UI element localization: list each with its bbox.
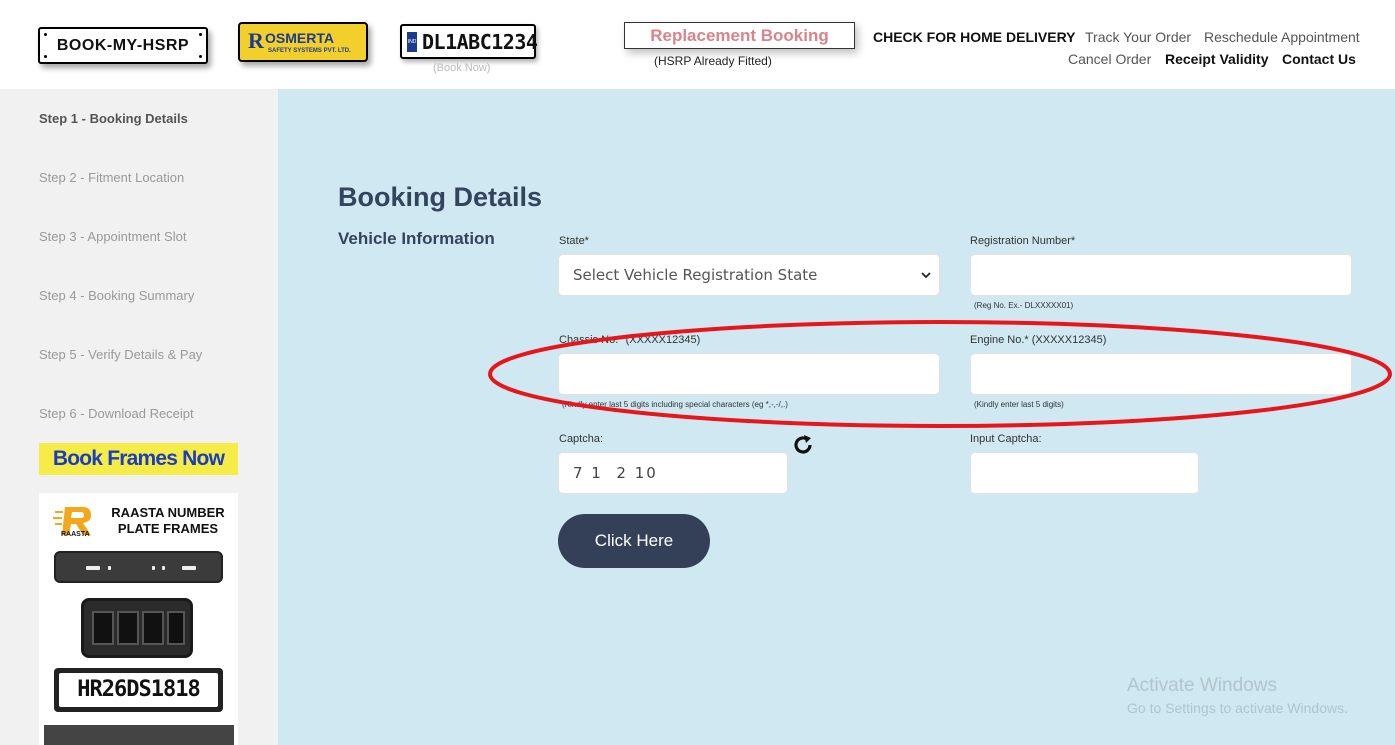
plate-country-code: IND: [407, 32, 417, 52]
state-select-value: Select Vehicle Registration State: [573, 266, 818, 284]
engine-label: Engine No.* (XXXXX12345): [970, 334, 1107, 346]
raasta-frames-ad[interactable]: RAASTA RAASTA NUMBER PLATE FRAMES HR26DS…: [39, 493, 238, 745]
frame-image-bracket: [81, 598, 193, 658]
nav-contact-us[interactable]: Contact Us: [1282, 51, 1356, 67]
main-content: Booking Details Vehicle Information Stat…: [278, 89, 1395, 745]
captcha-label: Captcha:: [559, 433, 604, 445]
step-download-receipt[interactable]: Step 6 - Download Receipt: [39, 406, 194, 421]
hsrp-plate-logo[interactable]: IND DL1ABC1234: [400, 24, 538, 59]
frame-plate-number: HR26DS1818: [59, 673, 218, 707]
rosmerta-subtitle: SAFETY SYSTEMS PVT. LTD.: [268, 48, 351, 54]
activate-windows-subtitle: Go to Settings to activate Windows.: [1127, 700, 1348, 716]
plate-number: DL1ABC1234: [422, 30, 538, 54]
nav-reschedule[interactable]: Reschedule Appointment: [1204, 29, 1360, 45]
input-captcha-field[interactable]: [970, 452, 1199, 494]
engine-hint: (Kindly enter last 5 digits): [974, 400, 1064, 409]
captcha-text: 7 1 2 10: [573, 464, 658, 482]
registration-label: Registration Number*: [970, 235, 1076, 247]
registration-input[interactable]: [970, 254, 1352, 296]
frame-image-slim: [54, 551, 223, 583]
nav-home-delivery[interactable]: CHECK FOR HOME DELIVERY: [873, 29, 1076, 45]
frame-image-plate: HR26DS1818: [54, 668, 223, 712]
step-booking-details[interactable]: Step 1 - Booking Details: [39, 111, 188, 126]
engine-input[interactable]: [970, 353, 1352, 395]
rosmerta-name: OSMERTA: [265, 30, 334, 46]
chevron-down-icon: [921, 271, 931, 278]
nav-cancel-order[interactable]: Cancel Order: [1068, 51, 1151, 67]
registration-hint: (Reg No. Ex.- DLXXXXX01): [974, 301, 1074, 310]
section-title: Vehicle Information: [338, 229, 495, 248]
book-my-hsrp-logo[interactable]: BOOK-MY-HSRP: [38, 27, 208, 64]
chassis-input[interactable]: [558, 353, 940, 395]
step-verify-pay[interactable]: Step 5 - Verify Details & Pay: [39, 347, 202, 362]
rosmerta-logo[interactable]: R OSMERTA SAFETY SYSTEMS PVT. LTD.: [238, 22, 368, 62]
header: BOOK-MY-HSRP R OSMERTA SAFETY SYSTEMS PV…: [0, 0, 1395, 89]
ad-title: RAASTA NUMBER PLATE FRAMES: [111, 505, 225, 536]
book-now-link[interactable]: (Book Now): [433, 62, 490, 74]
nav-track-order[interactable]: Track Your Order: [1085, 29, 1191, 45]
state-select[interactable]: Select Vehicle Registration State: [558, 254, 940, 296]
chassis-label: Chassis No.* (XXXXX12345): [559, 334, 701, 346]
state-label: State*: [559, 235, 589, 247]
book-frames-now-button[interactable]: Book Frames Now: [39, 443, 238, 475]
activate-windows-title: Activate Windows: [1127, 675, 1277, 696]
input-captcha-label: Input Captcha:: [970, 433, 1042, 445]
step-booking-summary[interactable]: Step 4 - Booking Summary: [39, 288, 194, 303]
raasta-brand-small: RAASTA: [61, 531, 90, 538]
step-fitment-location[interactable]: Step 2 - Fitment Location: [39, 170, 184, 185]
chassis-hint: (Kindly enter last 5 digits including sp…: [562, 400, 788, 409]
frame-image-partial: [44, 725, 234, 745]
step-appointment-slot[interactable]: Step 3 - Appointment Slot: [39, 229, 186, 244]
refresh-captcha-icon[interactable]: [791, 433, 815, 457]
logo-text: BOOK-MY-HSRP: [56, 36, 190, 54]
rosmerta-letter: R: [248, 28, 264, 53]
replacement-booking-button[interactable]: Replacement Booking: [624, 22, 855, 49]
page-title: Booking Details: [338, 182, 543, 212]
captcha-display: 7 1 2 10: [558, 452, 788, 494]
nav-receipt-validity[interactable]: Receipt Validity: [1165, 51, 1268, 67]
replacement-subtitle: (HSRP Already Fitted): [654, 54, 772, 68]
submit-button[interactable]: Click Here: [558, 514, 710, 568]
